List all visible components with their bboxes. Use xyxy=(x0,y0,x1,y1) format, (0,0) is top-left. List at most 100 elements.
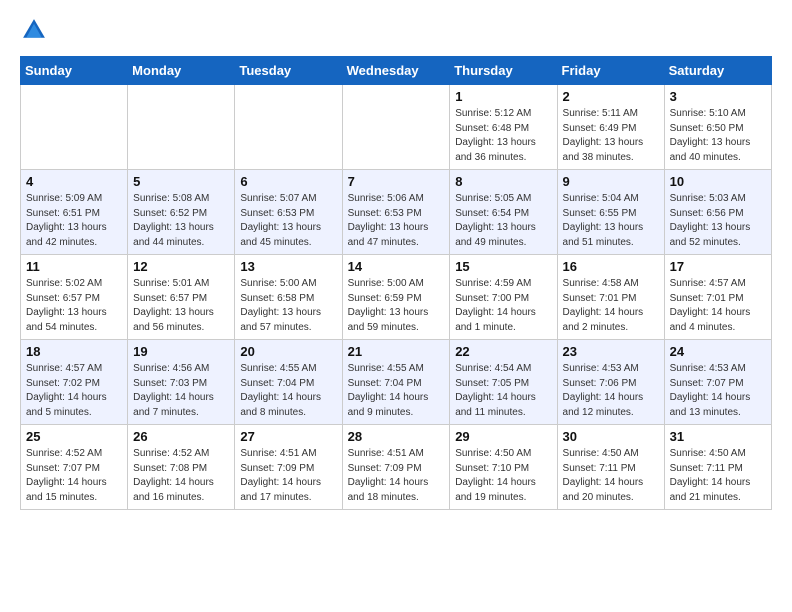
weekday-header-saturday: Saturday xyxy=(664,57,771,85)
day-cell: 6Sunrise: 5:07 AMSunset: 6:53 PMDaylight… xyxy=(235,170,342,255)
day-cell: 3Sunrise: 5:10 AMSunset: 6:50 PMDaylight… xyxy=(664,85,771,170)
day-info: Sunrise: 4:50 AMSunset: 7:11 PMDaylight:… xyxy=(670,447,766,505)
day-info: Sunrise: 5:00 AMSunset: 6:58 PMDaylight:… xyxy=(240,277,336,335)
day-cell xyxy=(21,85,128,170)
day-info: Sunrise: 4:52 AMSunset: 7:08 PMDaylight:… xyxy=(133,447,229,505)
day-cell: 27 Sunrise: 4:51 AMSunset: 7:09 PMDayligh… xyxy=(235,425,342,510)
day-number: 29 xyxy=(455,429,551,444)
day-number: 30 xyxy=(563,429,659,444)
day-cell: 25Sunrise: 4:52 AMSunset: 7:07 PMDayligh… xyxy=(21,425,128,510)
day-cell xyxy=(235,85,342,170)
day-number: 27 xyxy=(240,429,336,444)
day-cell: 8Sunrise: 5:05 AMSunset: 6:54 PMDaylight… xyxy=(450,170,557,255)
day-number: 17 xyxy=(670,259,766,274)
weekday-header-row: SundayMondayTuesdayWednesdayThursdayFrid… xyxy=(21,57,772,85)
day-cell: 24 Sunrise: 4:53 AMSunset: 7:07 PMDayligh… xyxy=(664,340,771,425)
day-cell xyxy=(342,85,450,170)
day-number: 18 xyxy=(26,344,122,359)
day-cell: 22Sunrise: 4:54 AMSunset: 7:05 PMDayligh… xyxy=(450,340,557,425)
day-cell: 28 Sunrise: 4:51 AMSunset: 7:09 PMDayligh… xyxy=(342,425,450,510)
day-info: Sunrise: 5:05 AMSunset: 6:54 PMDaylight:… xyxy=(455,192,551,250)
day-cell: 20Sunrise: 4:55 AMSunset: 7:04 PMDayligh… xyxy=(235,340,342,425)
logo xyxy=(20,16,52,44)
page: SundayMondayTuesdayWednesdayThursdayFrid… xyxy=(0,0,792,530)
day-number: 31 xyxy=(670,429,766,444)
day-info: Sunrise: 5:11 AMSunset: 6:49 PMDaylight:… xyxy=(563,107,659,165)
day-info: Sunrise: 5:04 AMSunset: 6:55 PMDaylight:… xyxy=(563,192,659,250)
day-number: 28 xyxy=(348,429,445,444)
day-info: Sunrise: 4:57 AMSunset: 7:02 PMDaylight:… xyxy=(26,362,122,420)
day-cell: 10 Sunrise: 5:03 AMSunset: 6:56 PMDayligh… xyxy=(664,170,771,255)
day-info: Sunrise: 4:51 AMSunset: 7:09 PMDaylight:… xyxy=(240,447,336,505)
day-cell: 16 Sunrise: 4:58 AMSunset: 7:01 PMDayligh… xyxy=(557,255,664,340)
day-cell: 14 Sunrise: 5:00 AMSunset: 6:59 PMDayligh… xyxy=(342,255,450,340)
weekday-header-tuesday: Tuesday xyxy=(235,57,342,85)
day-info: Sunrise: 4:50 AMSunset: 7:11 PMDaylight:… xyxy=(563,447,659,505)
day-cell: 7 Sunrise: 5:06 AMSunset: 6:53 PMDaylight… xyxy=(342,170,450,255)
day-cell: 9Sunrise: 5:04 AMSunset: 6:55 PMDaylight… xyxy=(557,170,664,255)
day-number: 11 xyxy=(26,259,122,274)
day-info: Sunrise: 5:08 AMSunset: 6:52 PMDaylight:… xyxy=(133,192,229,250)
day-info: Sunrise: 4:56 AMSunset: 7:03 PMDaylight:… xyxy=(133,362,229,420)
day-number: 19 xyxy=(133,344,229,359)
day-number: 7 xyxy=(348,174,445,189)
day-number: 16 xyxy=(563,259,659,274)
day-info: Sunrise: 4:52 AMSunset: 7:07 PMDaylight:… xyxy=(26,447,122,505)
day-cell: 23Sunrise: 4:53 AMSunset: 7:06 PMDayligh… xyxy=(557,340,664,425)
day-number: 2 xyxy=(563,89,659,104)
week-row-3: 11Sunrise: 5:02 AMSunset: 6:57 PMDayligh… xyxy=(21,255,772,340)
day-number: 4 xyxy=(26,174,122,189)
week-row-2: 4 Sunrise: 5:09 AMSunset: 6:51 PMDaylight… xyxy=(21,170,772,255)
day-cell: 17 Sunrise: 4:57 AMSunset: 7:01 PMDayligh… xyxy=(664,255,771,340)
day-cell: 30 Sunrise: 4:50 AMSunset: 7:11 PMDayligh… xyxy=(557,425,664,510)
day-info: Sunrise: 5:01 AMSunset: 6:57 PMDaylight:… xyxy=(133,277,229,335)
day-cell: 31 Sunrise: 4:50 AMSunset: 7:11 PMDayligh… xyxy=(664,425,771,510)
day-number: 21 xyxy=(348,344,445,359)
day-info: Sunrise: 4:58 AMSunset: 7:01 PMDaylight:… xyxy=(563,277,659,335)
weekday-header-wednesday: Wednesday xyxy=(342,57,450,85)
day-info: Sunrise: 4:57 AMSunset: 7:01 PMDaylight:… xyxy=(670,277,766,335)
day-cell: 15 Sunrise: 4:59 AMSunset: 7:00 PMDayligh… xyxy=(450,255,557,340)
day-cell xyxy=(128,85,235,170)
day-number: 6 xyxy=(240,174,336,189)
week-row-5: 25Sunrise: 4:52 AMSunset: 7:07 PMDayligh… xyxy=(21,425,772,510)
day-cell: 2 Sunrise: 5:11 AMSunset: 6:49 PMDaylight… xyxy=(557,85,664,170)
weekday-header-monday: Monday xyxy=(128,57,235,85)
weekday-header-sunday: Sunday xyxy=(21,57,128,85)
day-number: 12 xyxy=(133,259,229,274)
weekday-header-friday: Friday xyxy=(557,57,664,85)
day-info: Sunrise: 5:00 AMSunset: 6:59 PMDaylight:… xyxy=(348,277,445,335)
day-cell: 21 Sunrise: 4:55 AMSunset: 7:04 PMDayligh… xyxy=(342,340,450,425)
day-number: 1 xyxy=(455,89,551,104)
day-info: Sunrise: 4:59 AMSunset: 7:00 PMDaylight:… xyxy=(455,277,551,335)
day-info: Sunrise: 5:06 AMSunset: 6:53 PMDaylight:… xyxy=(348,192,445,250)
day-cell: 26Sunrise: 4:52 AMSunset: 7:08 PMDayligh… xyxy=(128,425,235,510)
day-info: Sunrise: 5:03 AMSunset: 6:56 PMDaylight:… xyxy=(670,192,766,250)
week-row-4: 18 Sunrise: 4:57 AMSunset: 7:02 PMDayligh… xyxy=(21,340,772,425)
logo-icon xyxy=(20,16,48,44)
day-info: Sunrise: 4:53 AMSunset: 7:07 PMDaylight:… xyxy=(670,362,766,420)
day-number: 24 xyxy=(670,344,766,359)
day-number: 23 xyxy=(563,344,659,359)
day-number: 10 xyxy=(670,174,766,189)
day-cell: 13 Sunrise: 5:00 AMSunset: 6:58 PMDayligh… xyxy=(235,255,342,340)
day-cell: 12 Sunrise: 5:01 AMSunset: 6:57 PMDayligh… xyxy=(128,255,235,340)
day-number: 3 xyxy=(670,89,766,104)
day-number: 22 xyxy=(455,344,551,359)
day-info: Sunrise: 5:09 AMSunset: 6:51 PMDaylight:… xyxy=(26,192,122,250)
day-number: 14 xyxy=(348,259,445,274)
day-info: Sunrise: 4:50 AMSunset: 7:10 PMDaylight:… xyxy=(455,447,551,505)
header xyxy=(20,16,772,44)
day-cell: 5 Sunrise: 5:08 AMSunset: 6:52 PMDaylight… xyxy=(128,170,235,255)
calendar-table: SundayMondayTuesdayWednesdayThursdayFrid… xyxy=(20,56,772,510)
day-cell: 29 Sunrise: 4:50 AMSunset: 7:10 PMDayligh… xyxy=(450,425,557,510)
day-number: 15 xyxy=(455,259,551,274)
day-number: 13 xyxy=(240,259,336,274)
week-row-1: 1 Sunrise: 5:12 AMSunset: 6:48 PMDaylight… xyxy=(21,85,772,170)
day-cell: 19 Sunrise: 4:56 AMSunset: 7:03 PMDayligh… xyxy=(128,340,235,425)
day-number: 5 xyxy=(133,174,229,189)
day-info: Sunrise: 4:51 AMSunset: 7:09 PMDaylight:… xyxy=(348,447,445,505)
day-cell: 11Sunrise: 5:02 AMSunset: 6:57 PMDayligh… xyxy=(21,255,128,340)
day-info: Sunrise: 4:55 AMSunset: 7:04 PMDaylight:… xyxy=(348,362,445,420)
day-info: Sunrise: 5:12 AMSunset: 6:48 PMDaylight:… xyxy=(455,107,551,165)
